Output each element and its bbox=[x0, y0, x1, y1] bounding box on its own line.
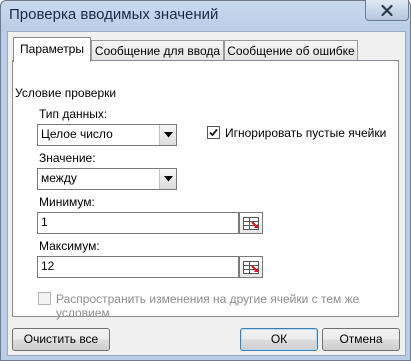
tab-parameters[interactable]: Параметры bbox=[13, 37, 91, 62]
tab-error-alert-label: Сообщение об ошибке bbox=[227, 44, 355, 58]
data-type-label: Тип данных: bbox=[39, 107, 108, 121]
dialog-window: Проверка вводимых значений Параметры Соо… bbox=[0, 0, 411, 361]
apply-to-all-checkbox[interactable] bbox=[38, 292, 51, 305]
cancel-label: Отмена bbox=[339, 332, 383, 346]
maximum-label: Максимум: bbox=[39, 239, 100, 253]
dialog-client-area: Параметры Сообщение для ввода Сообщение … bbox=[7, 31, 406, 356]
chevron-down-icon bbox=[163, 176, 173, 182]
checkmark-icon bbox=[209, 128, 218, 137]
minimum-range-picker-button[interactable] bbox=[239, 212, 263, 234]
chevron-down-icon bbox=[163, 132, 173, 138]
data-type-combobox[interactable]: Целое число bbox=[37, 124, 177, 146]
clear-all-button[interactable]: Очистить все bbox=[12, 328, 110, 351]
data-type-value: Целое число bbox=[41, 127, 113, 141]
data-dropdown-button[interactable] bbox=[159, 169, 176, 189]
tab-input-message-label: Сообщение для ввода bbox=[94, 44, 221, 58]
maximum-value: 12 bbox=[41, 259, 55, 273]
minimum-label: Минимум: bbox=[39, 195, 95, 209]
apply-to-all-label: Распространить изменения на другие ячейк… bbox=[56, 292, 360, 320]
criteria-group-label: Условие проверки bbox=[15, 86, 117, 100]
close-icon bbox=[381, 4, 393, 16]
data-value: между bbox=[41, 171, 77, 185]
tab-input-message[interactable]: Сообщение для ввода bbox=[91, 40, 224, 61]
tab-parameters-label: Параметры bbox=[20, 42, 84, 56]
cancel-button[interactable]: Отмена bbox=[322, 328, 400, 351]
tab-panel-parameters: Условие проверки Тип данных: Целое число… bbox=[12, 60, 399, 320]
tab-error-alert[interactable]: Сообщение об ошибке bbox=[224, 40, 358, 61]
maximum-input[interactable]: 12 bbox=[37, 256, 239, 278]
dialog-title: Проверка вводимых значений bbox=[9, 6, 219, 23]
data-combobox[interactable]: между bbox=[37, 168, 177, 190]
ignore-blank-checkbox[interactable] bbox=[207, 126, 220, 139]
title-bar[interactable]: Проверка вводимых значений bbox=[1, 0, 410, 31]
minimum-value: 1 bbox=[41, 215, 48, 229]
close-button[interactable] bbox=[365, 0, 409, 21]
ignore-blank-label[interactable]: Игнорировать пустые ячейки bbox=[225, 126, 386, 140]
range-picker-icon bbox=[243, 216, 259, 230]
ok-label: ОК bbox=[270, 332, 288, 346]
clear-all-label: Очистить все bbox=[23, 332, 99, 346]
minimum-input[interactable]: 1 bbox=[37, 212, 239, 234]
data-label: Значение: bbox=[39, 151, 96, 165]
range-picker-icon bbox=[243, 260, 259, 274]
data-type-dropdown-button[interactable] bbox=[159, 125, 176, 145]
maximum-range-picker-button[interactable] bbox=[239, 256, 263, 278]
ok-button[interactable]: ОК bbox=[240, 328, 318, 351]
